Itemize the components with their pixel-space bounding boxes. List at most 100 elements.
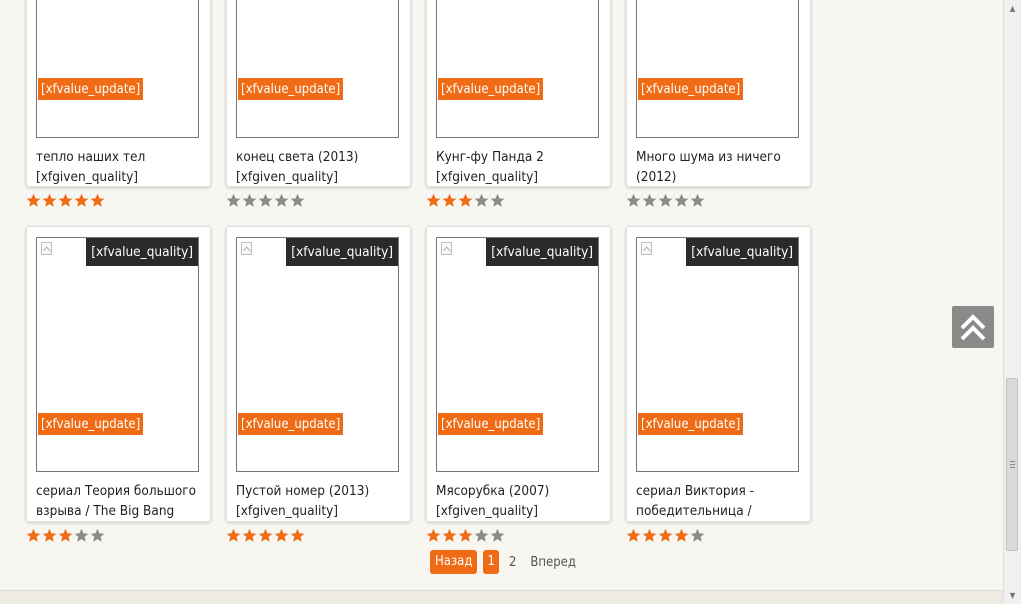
star-icon[interactable] — [458, 193, 473, 208]
star-icon[interactable] — [58, 193, 73, 208]
double-chevron-up-icon — [960, 314, 986, 341]
movie-card[interactable]: [xfvalue_quality] [xfvalue_update] сериа… — [626, 226, 811, 522]
next-page-link[interactable]: Вперед — [526, 555, 580, 570]
poster-image[interactable]: [xfvalue_update] — [36, 0, 199, 138]
rating-stars[interactable] — [626, 528, 705, 544]
title-line-2: победительница / — [636, 503, 752, 519]
star-icon[interactable] — [426, 193, 441, 208]
movie-card[interactable]: [xfvalue_update] тепло наших тел [xfgive… — [26, 0, 211, 187]
update-badge: [xfvalue_update] — [237, 412, 345, 436]
movie-title[interactable]: сериал Теория большого взрыва / The Big … — [36, 481, 204, 521]
scroll-down-arrow-icon[interactable]: ▼ — [1004, 587, 1021, 603]
scroll-up-arrow-icon[interactable]: ▲ — [1004, 0, 1021, 16]
star-icon[interactable] — [458, 528, 473, 543]
broken-image-icon — [41, 242, 52, 255]
movie-card[interactable]: [xfvalue_update] Кунг-фу Панда 2 [xfgive… — [426, 0, 611, 187]
title-line-1: тепло наших тел — [36, 149, 146, 165]
poster-image[interactable]: [xfvalue_quality] [xfvalue_update] — [636, 237, 799, 472]
update-badge: [xfvalue_update] — [637, 412, 745, 436]
star-icon[interactable] — [26, 528, 41, 543]
star-icon[interactable] — [242, 193, 257, 208]
star-icon[interactable] — [642, 193, 657, 208]
pagination: Назад 1 2 Вперед — [430, 550, 580, 574]
movie-title[interactable]: сериал Виктория - победительница / — [636, 481, 804, 521]
content-viewport: [xfvalue_update] тепло наших тел [xfgive… — [0, 0, 1003, 590]
rating-stars[interactable] — [626, 193, 705, 209]
star-icon[interactable] — [426, 528, 441, 543]
rating-stars[interactable] — [226, 193, 305, 209]
current-page: 1 — [483, 550, 499, 574]
star-icon[interactable] — [474, 528, 489, 543]
star-icon[interactable] — [226, 528, 241, 543]
star-icon[interactable] — [90, 193, 105, 208]
movie-card[interactable]: [xfvalue_update] Много шума из ничего (2… — [626, 0, 811, 187]
title-line-2: (2012) — [636, 169, 677, 185]
update-badge: [xfvalue_update] — [437, 412, 545, 436]
movie-title[interactable]: тепло наших тел [xfgiven_quality] — [36, 147, 204, 187]
star-icon[interactable] — [290, 193, 305, 208]
star-icon[interactable] — [658, 193, 673, 208]
poster-image[interactable]: [xfvalue_quality] [xfvalue_update] — [36, 237, 199, 472]
vertical-scrollbar[interactable]: ▲ ▼ — [1003, 0, 1021, 603]
update-badge: [xfvalue_update] — [37, 77, 145, 101]
star-icon[interactable] — [258, 528, 273, 543]
poster-image[interactable]: [xfvalue_quality] [xfvalue_update] — [436, 237, 599, 472]
star-icon[interactable] — [442, 528, 457, 543]
title-line-1: Мясорубка (2007) — [436, 483, 550, 499]
star-icon[interactable] — [274, 528, 289, 543]
star-icon[interactable] — [626, 193, 641, 208]
rating-stars[interactable] — [426, 193, 505, 209]
movie-title[interactable]: Кунг-фу Панда 2 [xfgiven_quality] — [436, 147, 604, 187]
movie-card[interactable]: [xfvalue_quality] [xfvalue_update] Пусто… — [226, 226, 411, 522]
movie-title[interactable]: Пустой номер (2013) [xfgiven_quality] — [236, 481, 404, 521]
poster-image[interactable]: [xfvalue_quality] [xfvalue_update] — [236, 237, 399, 472]
poster-image[interactable]: [xfvalue_update] — [636, 0, 799, 138]
title-line-1: сериал Теория большого — [36, 483, 197, 499]
scrollbar-thumb[interactable] — [1006, 378, 1018, 551]
star-icon[interactable] — [242, 528, 257, 543]
star-icon[interactable] — [258, 193, 273, 208]
rating-stars[interactable] — [426, 528, 505, 544]
star-icon[interactable] — [226, 193, 241, 208]
star-icon[interactable] — [674, 528, 689, 543]
movie-card[interactable]: [xfvalue_quality] [xfvalue_update] Мясор… — [426, 226, 611, 522]
star-icon[interactable] — [274, 193, 289, 208]
star-icon[interactable] — [74, 193, 89, 208]
movie-card[interactable]: [xfvalue_quality] [xfvalue_update] сериа… — [26, 226, 211, 522]
title-line-2: [xfgiven_quality] — [36, 169, 139, 185]
star-icon[interactable] — [690, 193, 705, 208]
star-icon[interactable] — [58, 528, 73, 543]
star-icon[interactable] — [42, 528, 57, 543]
rating-stars[interactable] — [226, 528, 305, 544]
star-icon[interactable] — [290, 528, 305, 543]
star-icon[interactable] — [690, 528, 705, 543]
star-icon[interactable] — [442, 193, 457, 208]
quality-badge: [xfvalue_quality] — [486, 238, 598, 266]
star-icon[interactable] — [74, 528, 89, 543]
star-icon[interactable] — [674, 193, 689, 208]
star-icon[interactable] — [642, 528, 657, 543]
star-icon[interactable] — [42, 193, 57, 208]
poster-image[interactable]: [xfvalue_update] — [236, 0, 399, 138]
star-icon[interactable] — [626, 528, 641, 543]
scroll-to-top-button[interactable] — [952, 306, 994, 348]
poster-image[interactable]: [xfvalue_update] — [436, 0, 599, 138]
movie-title[interactable]: Много шума из ничего (2012) — [636, 147, 804, 187]
prev-page-button[interactable]: Назад — [430, 550, 478, 574]
rating-stars[interactable] — [26, 528, 105, 544]
rating-stars[interactable] — [26, 193, 105, 209]
title-line-2: [xfgiven_quality] — [236, 169, 339, 185]
star-icon[interactable] — [658, 528, 673, 543]
star-icon[interactable] — [474, 193, 489, 208]
star-icon[interactable] — [90, 528, 105, 543]
update-badge: [xfvalue_update] — [37, 412, 145, 436]
star-icon[interactable] — [490, 193, 505, 208]
star-icon[interactable] — [26, 193, 41, 208]
movie-title[interactable]: Мясорубка (2007) [xfgiven_quality] — [436, 481, 604, 521]
movie-card[interactable]: [xfvalue_update] конец света (2013) [xfg… — [226, 0, 411, 187]
star-icon[interactable] — [490, 528, 505, 543]
title-line-1: Кунг-фу Панда 2 — [436, 149, 544, 165]
page-2-link[interactable]: 2 — [505, 555, 520, 570]
movie-title[interactable]: конец света (2013) [xfgiven_quality] — [236, 147, 404, 187]
page-footer-strip — [0, 590, 1003, 604]
